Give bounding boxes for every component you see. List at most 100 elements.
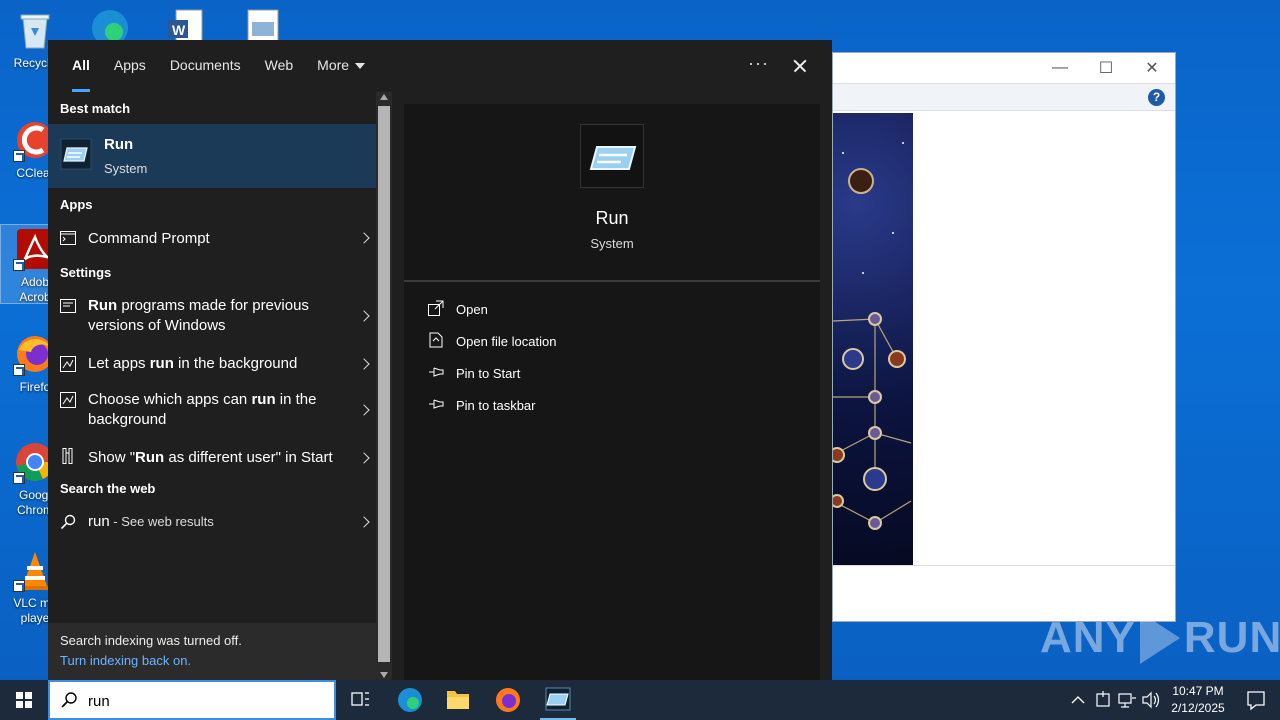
taskbar: 10:47 PM 2/12/2025 — [0, 680, 1280, 720]
preview-title: Run — [595, 208, 629, 228]
tab-web[interactable]: Web — [253, 40, 306, 92]
tab-documents[interactable]: Documents — [158, 40, 253, 92]
maximize-icon[interactable]: ☐ — [1083, 58, 1129, 78]
best-match-run[interactable]: Run System — [48, 124, 376, 188]
indexing-notice-text: Search indexing was turned off. — [60, 633, 242, 648]
notification-icon — [1247, 691, 1265, 711]
clock-date: 2/12/2025 — [1171, 701, 1225, 715]
shortcut-arrow-icon — [13, 364, 25, 376]
action-label: Open — [456, 302, 488, 317]
windows-logo-icon — [16, 692, 32, 708]
search-web-heading: Search the web — [60, 481, 156, 496]
close-icon[interactable]: ✕ — [1129, 58, 1175, 78]
result-choose-apps-background[interactable]: Choose which apps can run in the backgro… — [48, 384, 376, 440]
clock-time: 10:47 PM — [1172, 684, 1224, 698]
chevron-right-icon — [358, 232, 370, 244]
result-label: run - See web results — [88, 513, 214, 530]
scroll-up-icon[interactable] — [380, 94, 388, 100]
run-app-icon — [60, 138, 92, 170]
task-view-icon — [351, 692, 369, 706]
galaxy-map-image — [833, 113, 913, 565]
turn-indexing-on-link[interactable]: Turn indexing back on. — [60, 653, 364, 668]
tab-more-label: More — [317, 57, 350, 73]
chevron-right-icon — [358, 404, 370, 416]
taskbar-firefox[interactable] — [484, 680, 532, 720]
firefox-icon — [496, 688, 520, 712]
svg-text:W: W — [172, 22, 186, 38]
minimize-icon[interactable]: — — [1037, 59, 1083, 77]
edge-icon — [398, 688, 422, 712]
result-command-prompt[interactable]: Command Prompt — [48, 222, 376, 254]
search-icon — [61, 692, 77, 708]
background-apps-icon — [60, 356, 76, 372]
more-options-button[interactable]: ··· — [748, 52, 768, 80]
taskbar-run-app[interactable] — [534, 680, 582, 720]
results-scrollbar[interactable] — [376, 92, 392, 680]
search-results: Best match Run System Apps Command Promp… — [48, 92, 376, 680]
taskbar-clock[interactable]: 10:47 PM 2/12/2025 — [1160, 683, 1236, 717]
tab-apps[interactable]: Apps — [102, 40, 158, 92]
window-titlebar[interactable]: — ☐ ✕ — [833, 53, 1175, 83]
settings-heading: Settings — [60, 265, 112, 280]
command-prompt-icon — [60, 231, 76, 245]
chevron-right-icon — [358, 516, 370, 528]
show-hidden-icons-button[interactable] — [1066, 680, 1090, 720]
action-pin-to-taskbar[interactable]: Pin to taskbar — [428, 394, 728, 418]
result-let-apps-run-background[interactable]: Let apps run in the background — [48, 348, 376, 380]
power-icon — [1096, 691, 1110, 707]
shortcut-arrow-icon — [13, 472, 25, 484]
action-open[interactable]: Open — [428, 298, 728, 322]
network-icon — [1118, 693, 1136, 708]
best-match-subtitle: System — [104, 161, 148, 176]
watermark-text-left: ANY — [1040, 613, 1136, 662]
chevron-right-icon — [358, 310, 370, 322]
scroll-thumb[interactable] — [378, 106, 390, 662]
search-icon — [60, 514, 76, 530]
result-web-search[interactable]: run - See web results — [48, 506, 376, 538]
play-logo-icon — [1139, 612, 1180, 664]
tray-battery[interactable] — [1092, 680, 1114, 720]
help-icon[interactable]: ? — [1148, 89, 1165, 106]
result-run-as-different-user[interactable]: Show "Run as different user" in Start — [48, 442, 376, 474]
shortcut-arrow-icon — [13, 580, 25, 592]
action-pin-to-start[interactable]: Pin to Start — [428, 362, 728, 386]
folder-icon — [447, 691, 469, 709]
taskbar-search-box[interactable] — [48, 680, 336, 720]
result-run-programs-previous[interactable]: Run programs made for previous versions … — [48, 288, 376, 344]
run-app-icon — [545, 687, 571, 711]
task-view-button[interactable] — [336, 680, 384, 720]
chevron-up-icon — [1071, 696, 1085, 704]
pin-icon — [429, 367, 444, 377]
taskbar-edge[interactable] — [386, 680, 434, 720]
action-open-file-location[interactable]: Open file location — [428, 330, 728, 354]
tray-network[interactable] — [1116, 680, 1138, 720]
volume-icon — [1142, 691, 1160, 709]
tab-all[interactable]: All — [60, 40, 102, 92]
taskbar-file-explorer[interactable] — [434, 680, 482, 720]
compatibility-settings-icon — [60, 299, 76, 313]
open-icon — [428, 300, 444, 316]
tray-volume[interactable] — [1140, 680, 1162, 720]
indexing-notice: Search indexing was turned off. Turn ind… — [48, 623, 376, 680]
preview-subtitle: System — [590, 236, 634, 251]
close-icon[interactable] — [788, 52, 812, 80]
result-label: Show "Run as different user" in Start — [88, 449, 333, 466]
tab-more[interactable]: More — [305, 40, 377, 92]
background-window[interactable]: — ☐ ✕ ? — [832, 52, 1176, 622]
action-center-button[interactable] — [1232, 680, 1280, 720]
action-label: Pin to Start — [456, 366, 521, 381]
preview-pane: Run System Open Open file location Pin t… — [404, 104, 820, 680]
run-app-large-icon — [580, 124, 644, 188]
result-label: Let apps run in the background — [88, 355, 298, 372]
apps-heading: Apps — [60, 197, 93, 212]
search-input[interactable] — [88, 690, 318, 712]
result-label: Command Prompt — [88, 230, 210, 247]
chevron-right-icon — [358, 358, 370, 370]
chevron-right-icon — [358, 452, 370, 464]
shortcut-arrow-icon — [13, 259, 25, 271]
pin-icon — [429, 399, 444, 409]
best-match-title: Run — [104, 136, 134, 153]
start-button[interactable] — [0, 680, 48, 720]
shortcut-arrow-icon — [13, 150, 25, 162]
scroll-down-icon[interactable] — [380, 672, 388, 678]
